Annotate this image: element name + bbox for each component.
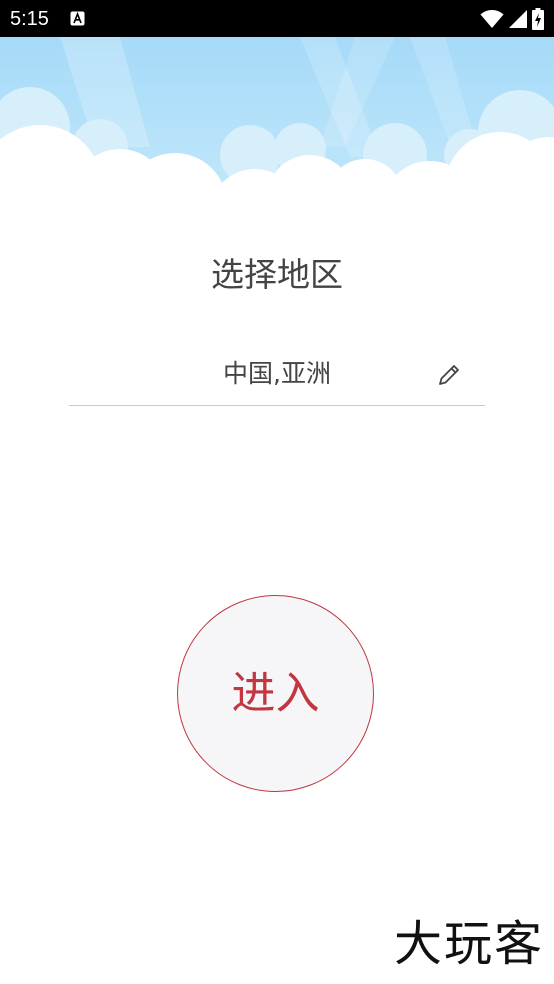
status-time: 5:15	[10, 8, 49, 30]
sky-cloud-banner	[0, 37, 554, 212]
notification-a-icon	[70, 11, 85, 26]
wifi-icon	[480, 10, 504, 28]
signal-icon	[509, 10, 527, 28]
cloud-illustration	[0, 37, 554, 212]
status-icons	[480, 8, 544, 30]
watermark-logo: 大玩客	[393, 916, 544, 972]
region-selector[interactable]: 中国,亚洲	[69, 345, 485, 406]
battery-charging-icon	[532, 8, 544, 30]
enter-button-label: 进入	[231, 667, 320, 719]
pencil-edit-icon[interactable]	[435, 361, 463, 389]
status-bar: 5:15	[0, 0, 554, 37]
page-title: 选择地区	[211, 255, 343, 294]
enter-button[interactable]: 进入	[177, 595, 374, 792]
region-value: 中国,亚洲	[223, 359, 331, 388]
